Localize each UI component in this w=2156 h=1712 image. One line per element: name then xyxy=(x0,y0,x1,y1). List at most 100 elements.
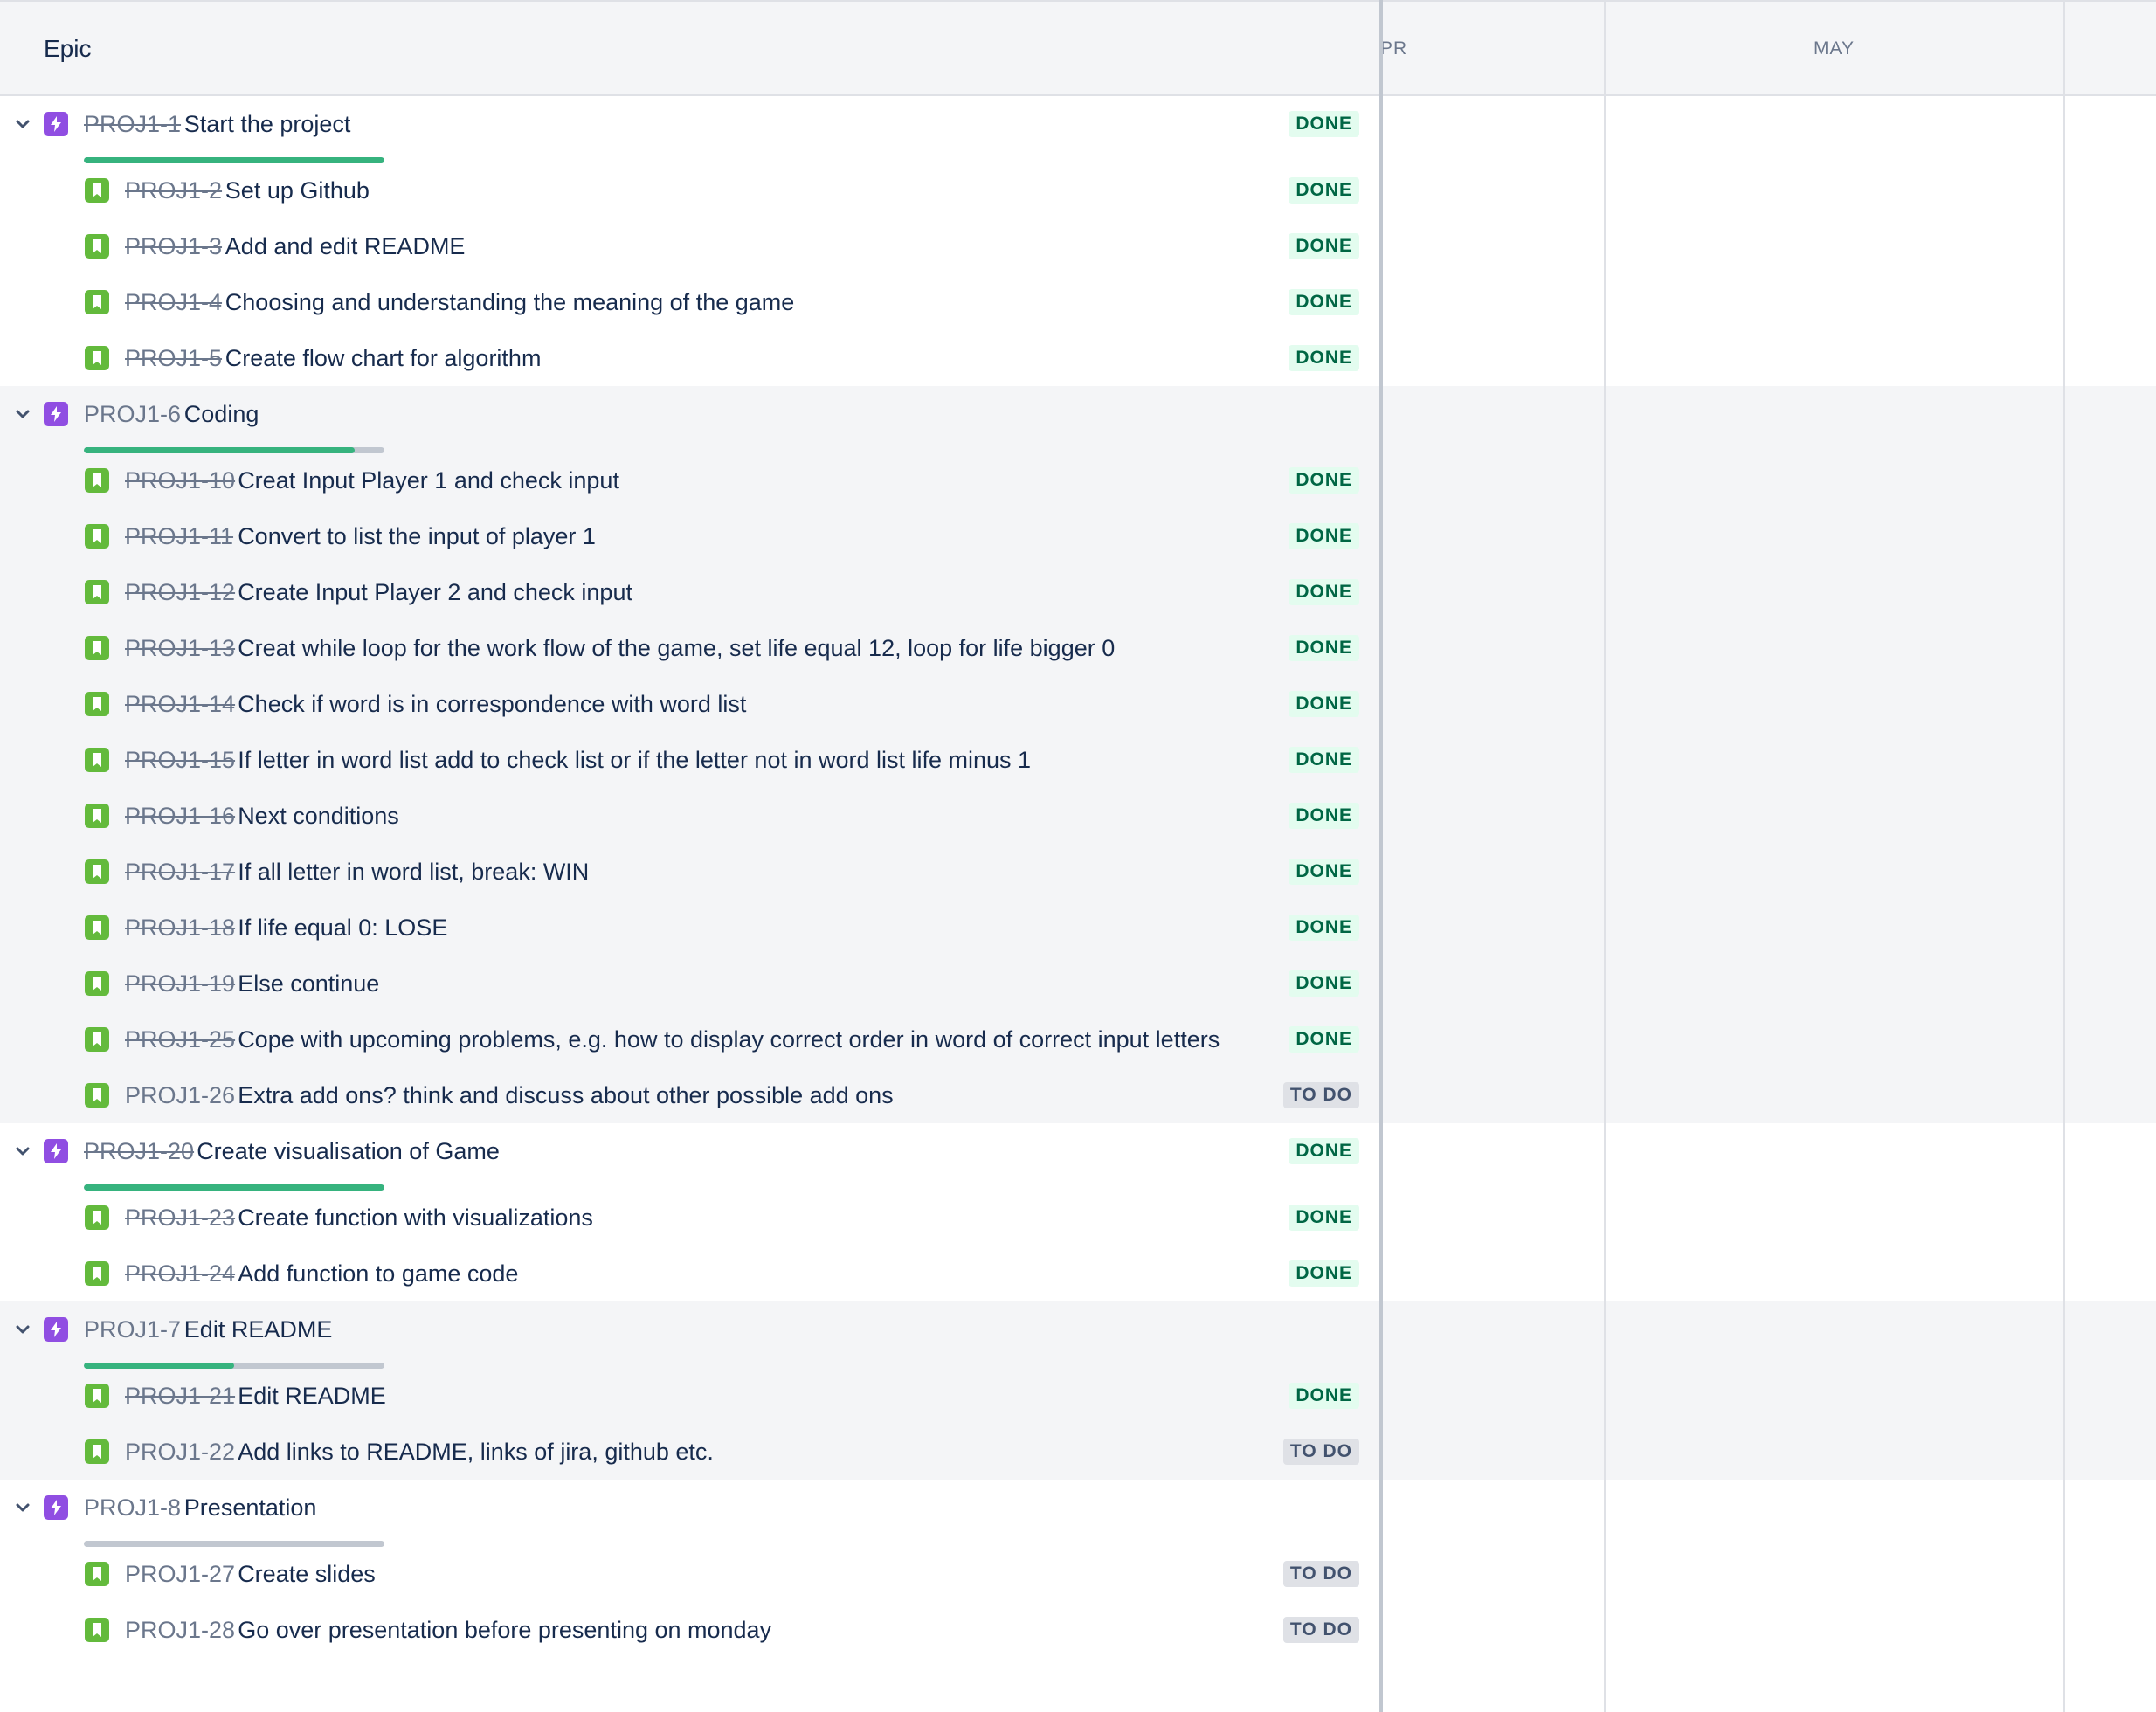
issue-key-link[interactable]: PROJ1-5 xyxy=(125,330,222,386)
chevron-down-icon[interactable] xyxy=(12,1319,33,1340)
issue-row[interactable]: PROJ1-3 Add and edit README DONE xyxy=(0,218,1379,274)
status-badge[interactable]: DONE xyxy=(1289,747,1359,773)
issue-key-link[interactable]: PROJ1-11 xyxy=(125,508,233,564)
status-badge[interactable]: DONE xyxy=(1289,915,1359,941)
issue-row[interactable]: PROJ1-21 Edit README DONE xyxy=(0,1368,1379,1424)
status-badge[interactable]: DONE xyxy=(1289,233,1359,259)
issue-summary[interactable]: If letter in word list add to check list… xyxy=(238,732,1031,788)
issue-summary[interactable]: Create slides xyxy=(238,1546,376,1602)
status-badge[interactable]: DONE xyxy=(1289,691,1359,717)
issue-key-link[interactable]: PROJ1-24 xyxy=(125,1246,235,1301)
status-badge[interactable]: DONE xyxy=(1289,970,1359,997)
status-badge[interactable]: TO DO xyxy=(1282,1082,1359,1108)
issue-summary[interactable]: If all letter in word list, break: WIN xyxy=(238,844,589,900)
status-badge[interactable]: DONE xyxy=(1289,1138,1359,1164)
issue-summary[interactable]: Set up Github xyxy=(225,162,370,218)
issue-key-link[interactable]: PROJ1-14 xyxy=(125,676,235,732)
status-badge[interactable]: DONE xyxy=(1289,635,1359,661)
issue-summary[interactable]: Create Input Player 2 and check input xyxy=(238,564,632,620)
issue-summary[interactable]: Check if word is in correspondence with … xyxy=(238,676,746,732)
issue-summary[interactable]: Start the project xyxy=(184,96,351,152)
issue-key-link[interactable]: PROJ1-17 xyxy=(125,844,235,900)
issue-row[interactable]: PROJ1-14 Check if word is in corresponden… xyxy=(0,676,1379,732)
issue-summary[interactable]: Cope with upcoming problems, e.g. how to… xyxy=(238,1011,1220,1067)
status-badge[interactable]: DONE xyxy=(1289,111,1359,137)
status-badge[interactable]: DONE xyxy=(1289,345,1359,371)
status-badge[interactable]: TO DO xyxy=(1282,1439,1359,1465)
issue-summary[interactable]: If life equal 0: LOSE xyxy=(238,900,447,956)
issue-key-link[interactable]: PROJ1-4 xyxy=(125,274,222,330)
issue-row[interactable]: PROJ1-4 Choosing and understanding the me… xyxy=(0,274,1379,330)
issue-summary[interactable]: Coding xyxy=(184,386,259,442)
issue-row[interactable]: PROJ1-22 Add links to README, links of ji… xyxy=(0,1424,1379,1480)
issue-summary[interactable]: Creat while loop for the work flow of th… xyxy=(238,620,1115,676)
issue-summary[interactable]: Create flow chart for algorithm xyxy=(225,330,542,386)
issue-key-link[interactable]: PROJ1-8 xyxy=(84,1480,181,1536)
issue-key-link[interactable]: PROJ1-25 xyxy=(125,1011,235,1067)
issue-key-link[interactable]: PROJ1-1 xyxy=(84,96,181,152)
issue-key-link[interactable]: PROJ1-10 xyxy=(125,452,235,508)
chevron-down-icon[interactable] xyxy=(12,114,33,135)
issue-key-link[interactable]: PROJ1-18 xyxy=(125,900,235,956)
status-badge[interactable]: DONE xyxy=(1289,177,1359,204)
status-badge[interactable]: DONE xyxy=(1289,467,1359,494)
issue-key-link[interactable]: PROJ1-22 xyxy=(125,1424,235,1480)
chevron-down-icon[interactable] xyxy=(12,404,33,425)
issue-key-link[interactable]: PROJ1-7 xyxy=(84,1301,181,1357)
issue-summary[interactable]: Add function to game code xyxy=(238,1246,518,1301)
issue-row[interactable]: PROJ1-23 Create function with visualizati… xyxy=(0,1190,1379,1246)
issue-row[interactable]: PROJ1-26 Extra add ons? think and discuss… xyxy=(0,1067,1379,1123)
status-badge[interactable]: TO DO xyxy=(1282,1617,1359,1643)
epic-row[interactable]: PROJ1-1 Start the project DONE xyxy=(0,96,1379,163)
issue-summary[interactable]: Extra add ons? think and discuss about o… xyxy=(238,1067,894,1123)
chevron-down-icon[interactable] xyxy=(12,1497,33,1518)
issue-key-link[interactable]: PROJ1-28 xyxy=(125,1602,235,1658)
status-badge[interactable]: DONE xyxy=(1289,1205,1359,1231)
issue-row[interactable]: PROJ1-11 Convert to list the input of pla… xyxy=(0,508,1379,564)
issue-row[interactable]: PROJ1-15 If letter in word list add to ch… xyxy=(0,732,1379,788)
list-timeline-divider[interactable] xyxy=(1379,0,1383,1712)
issue-summary[interactable]: Edit README xyxy=(184,1301,333,1357)
issue-key-link[interactable]: PROJ1-12 xyxy=(125,564,235,620)
status-badge[interactable]: DONE xyxy=(1289,289,1359,315)
epic-row[interactable]: PROJ1-6 Coding xyxy=(0,386,1379,453)
status-badge[interactable]: TO DO xyxy=(1282,1561,1359,1587)
issue-key-link[interactable]: PROJ1-27 xyxy=(125,1546,235,1602)
issue-row[interactable]: PROJ1-18 If life equal 0: LOSE DONE xyxy=(0,900,1379,956)
issue-row[interactable]: PROJ1-27 Create slides TO DO xyxy=(0,1546,1379,1602)
issue-summary[interactable]: Add links to README, links of jira, gith… xyxy=(238,1424,714,1480)
issue-row[interactable]: PROJ1-17 If all letter in word list, brea… xyxy=(0,844,1379,900)
issue-summary[interactable]: Creat Input Player 1 and check input xyxy=(238,452,619,508)
chevron-down-icon[interactable] xyxy=(12,1141,33,1162)
issue-row[interactable]: PROJ1-2 Set up Github DONE xyxy=(0,162,1379,218)
issue-summary[interactable]: Convert to list the input of player 1 xyxy=(238,508,596,564)
issue-key-link[interactable]: PROJ1-19 xyxy=(125,956,235,1011)
epic-row[interactable]: PROJ1-20 Create visualisation of Game DONE xyxy=(0,1123,1379,1191)
issue-summary[interactable]: Presentation xyxy=(184,1480,317,1536)
issue-key-link[interactable]: PROJ1-23 xyxy=(125,1190,235,1246)
issue-row[interactable]: PROJ1-28 Go over presentation before pres… xyxy=(0,1602,1379,1658)
issue-row[interactable]: PROJ1-13 Creat while loop for the work fl… xyxy=(0,620,1379,676)
issue-row[interactable]: PROJ1-12 Create Input Player 2 and check … xyxy=(0,564,1379,620)
issue-row[interactable]: PROJ1-19 Else continue DONE xyxy=(0,956,1379,1011)
epic-row[interactable]: PROJ1-8 Presentation xyxy=(0,1480,1379,1547)
issue-row[interactable]: PROJ1-16 Next conditions DONE xyxy=(0,788,1379,844)
status-badge[interactable]: DONE xyxy=(1289,803,1359,829)
issue-summary[interactable]: Choosing and understanding the meaning o… xyxy=(225,274,794,330)
status-badge[interactable]: DONE xyxy=(1289,1026,1359,1053)
issue-key-link[interactable]: PROJ1-2 xyxy=(125,162,222,218)
issue-summary[interactable]: Go over presentation before presenting o… xyxy=(238,1602,771,1658)
issue-summary[interactable]: Else continue xyxy=(238,956,379,1011)
status-badge[interactable]: DONE xyxy=(1289,1260,1359,1287)
issue-row[interactable]: PROJ1-10 Creat Input Player 1 and check i… xyxy=(0,452,1379,508)
status-badge[interactable]: DONE xyxy=(1289,859,1359,885)
issue-summary[interactable]: Create function with visualizations xyxy=(238,1190,593,1246)
issue-row[interactable]: PROJ1-5 Create flow chart for algorithm DO… xyxy=(0,330,1379,386)
issue-key-link[interactable]: PROJ1-26 xyxy=(125,1067,235,1123)
issue-summary[interactable]: Create visualisation of Game xyxy=(197,1123,500,1179)
issue-key-link[interactable]: PROJ1-6 xyxy=(84,386,181,442)
status-badge[interactable]: DONE xyxy=(1289,523,1359,549)
issue-summary[interactable]: Next conditions xyxy=(238,788,399,844)
issue-row[interactable]: PROJ1-24 Add function to game code DONE xyxy=(0,1246,1379,1301)
issue-key-link[interactable]: PROJ1-15 xyxy=(125,732,235,788)
